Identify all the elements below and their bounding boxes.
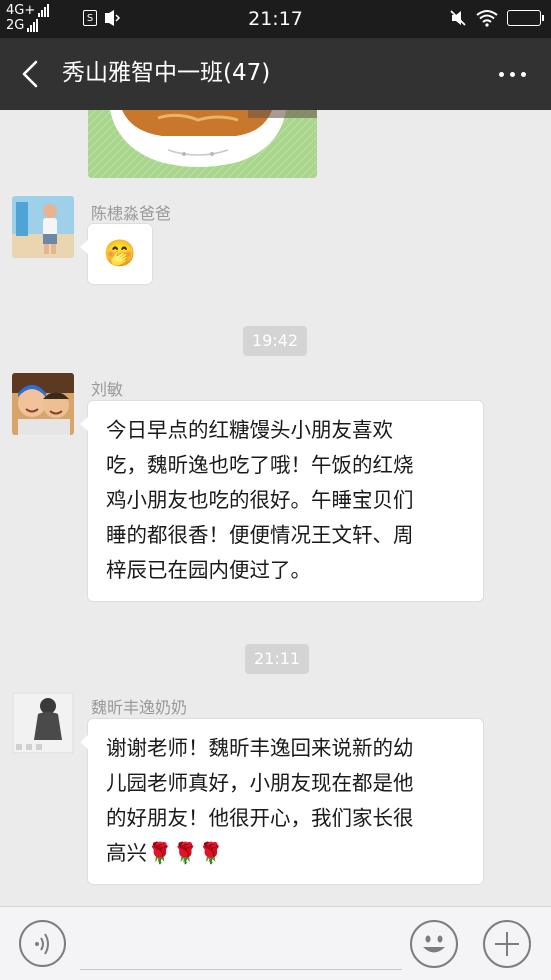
message-input[interactable] [80, 919, 402, 970]
more-options-button[interactable] [497, 62, 529, 86]
voice-icon [35, 933, 49, 955]
message-bubble[interactable]: 🤭 [80, 224, 152, 284]
sender-name: 陈槵淼爸爸 [91, 204, 172, 223]
child-avatar [12, 196, 74, 258]
message-list[interactable]: 陈槵淼爸爸 🤭 19:42 刘敏 今日早点的红糖馒头小朋友喜欢 吃，魏昕逸也吃了… [0, 110, 551, 906]
status-bar: 4G+ 2G S 21:17 [0, 0, 551, 38]
avatar[interactable] [12, 692, 74, 754]
food-bowl-photo [88, 110, 317, 178]
message-bubble[interactable]: 今日早点的红糖馒头小朋友喜欢 吃，魏昕逸也吃了哦！午饭的红烧 鸡小朋友也吃的很好… [80, 401, 483, 601]
input-bar [0, 906, 551, 980]
voice-button[interactable] [19, 920, 66, 967]
battery-icon [507, 10, 544, 26]
avatar[interactable] [12, 373, 74, 435]
message-text: 谢谢老师！魏昕丰逸回来说新的幼 儿园老师真好，小朋友现在都是他 的好朋友！他很开… [106, 736, 414, 865]
woman-avatar [12, 692, 74, 754]
sender-name: 魏昕丰逸奶奶 [91, 698, 188, 717]
time-divider: 19:42 [243, 326, 308, 356]
image-message[interactable] [88, 110, 317, 178]
message-text: 今日早点的红糖馒头小朋友喜欢 吃，魏昕逸也吃了哦！午饭的红烧 鸡小朋友也吃的很好… [106, 418, 414, 582]
emoji-message: 🤭 [103, 239, 137, 269]
emoji-icon [423, 935, 445, 953]
emoji-button[interactable] [410, 920, 458, 968]
chat-screen: 4G+ 2G S 21:17 秀山雅智中一班(47) 陈槵淼爸爸 🤭 19:42… [0, 0, 551, 980]
time-divider: 21:11 [245, 644, 310, 674]
back-button[interactable] [10, 54, 50, 94]
plus-button[interactable] [483, 920, 531, 968]
wifi-icon [476, 10, 498, 27]
chat-title: 秀山雅智中一班(47) [62, 60, 271, 86]
children-avatar [12, 373, 74, 435]
message-bubble[interactable]: 谢谢老师！魏昕丰逸回来说新的幼 儿园老师真好，小朋友现在都是他 的好朋友！他很开… [80, 719, 483, 884]
mute-icon [450, 10, 466, 26]
avatar[interactable] [12, 196, 74, 258]
sender-name: 刘敏 [91, 380, 124, 399]
chat-header: 秀山雅智中一班(47) [0, 38, 551, 110]
